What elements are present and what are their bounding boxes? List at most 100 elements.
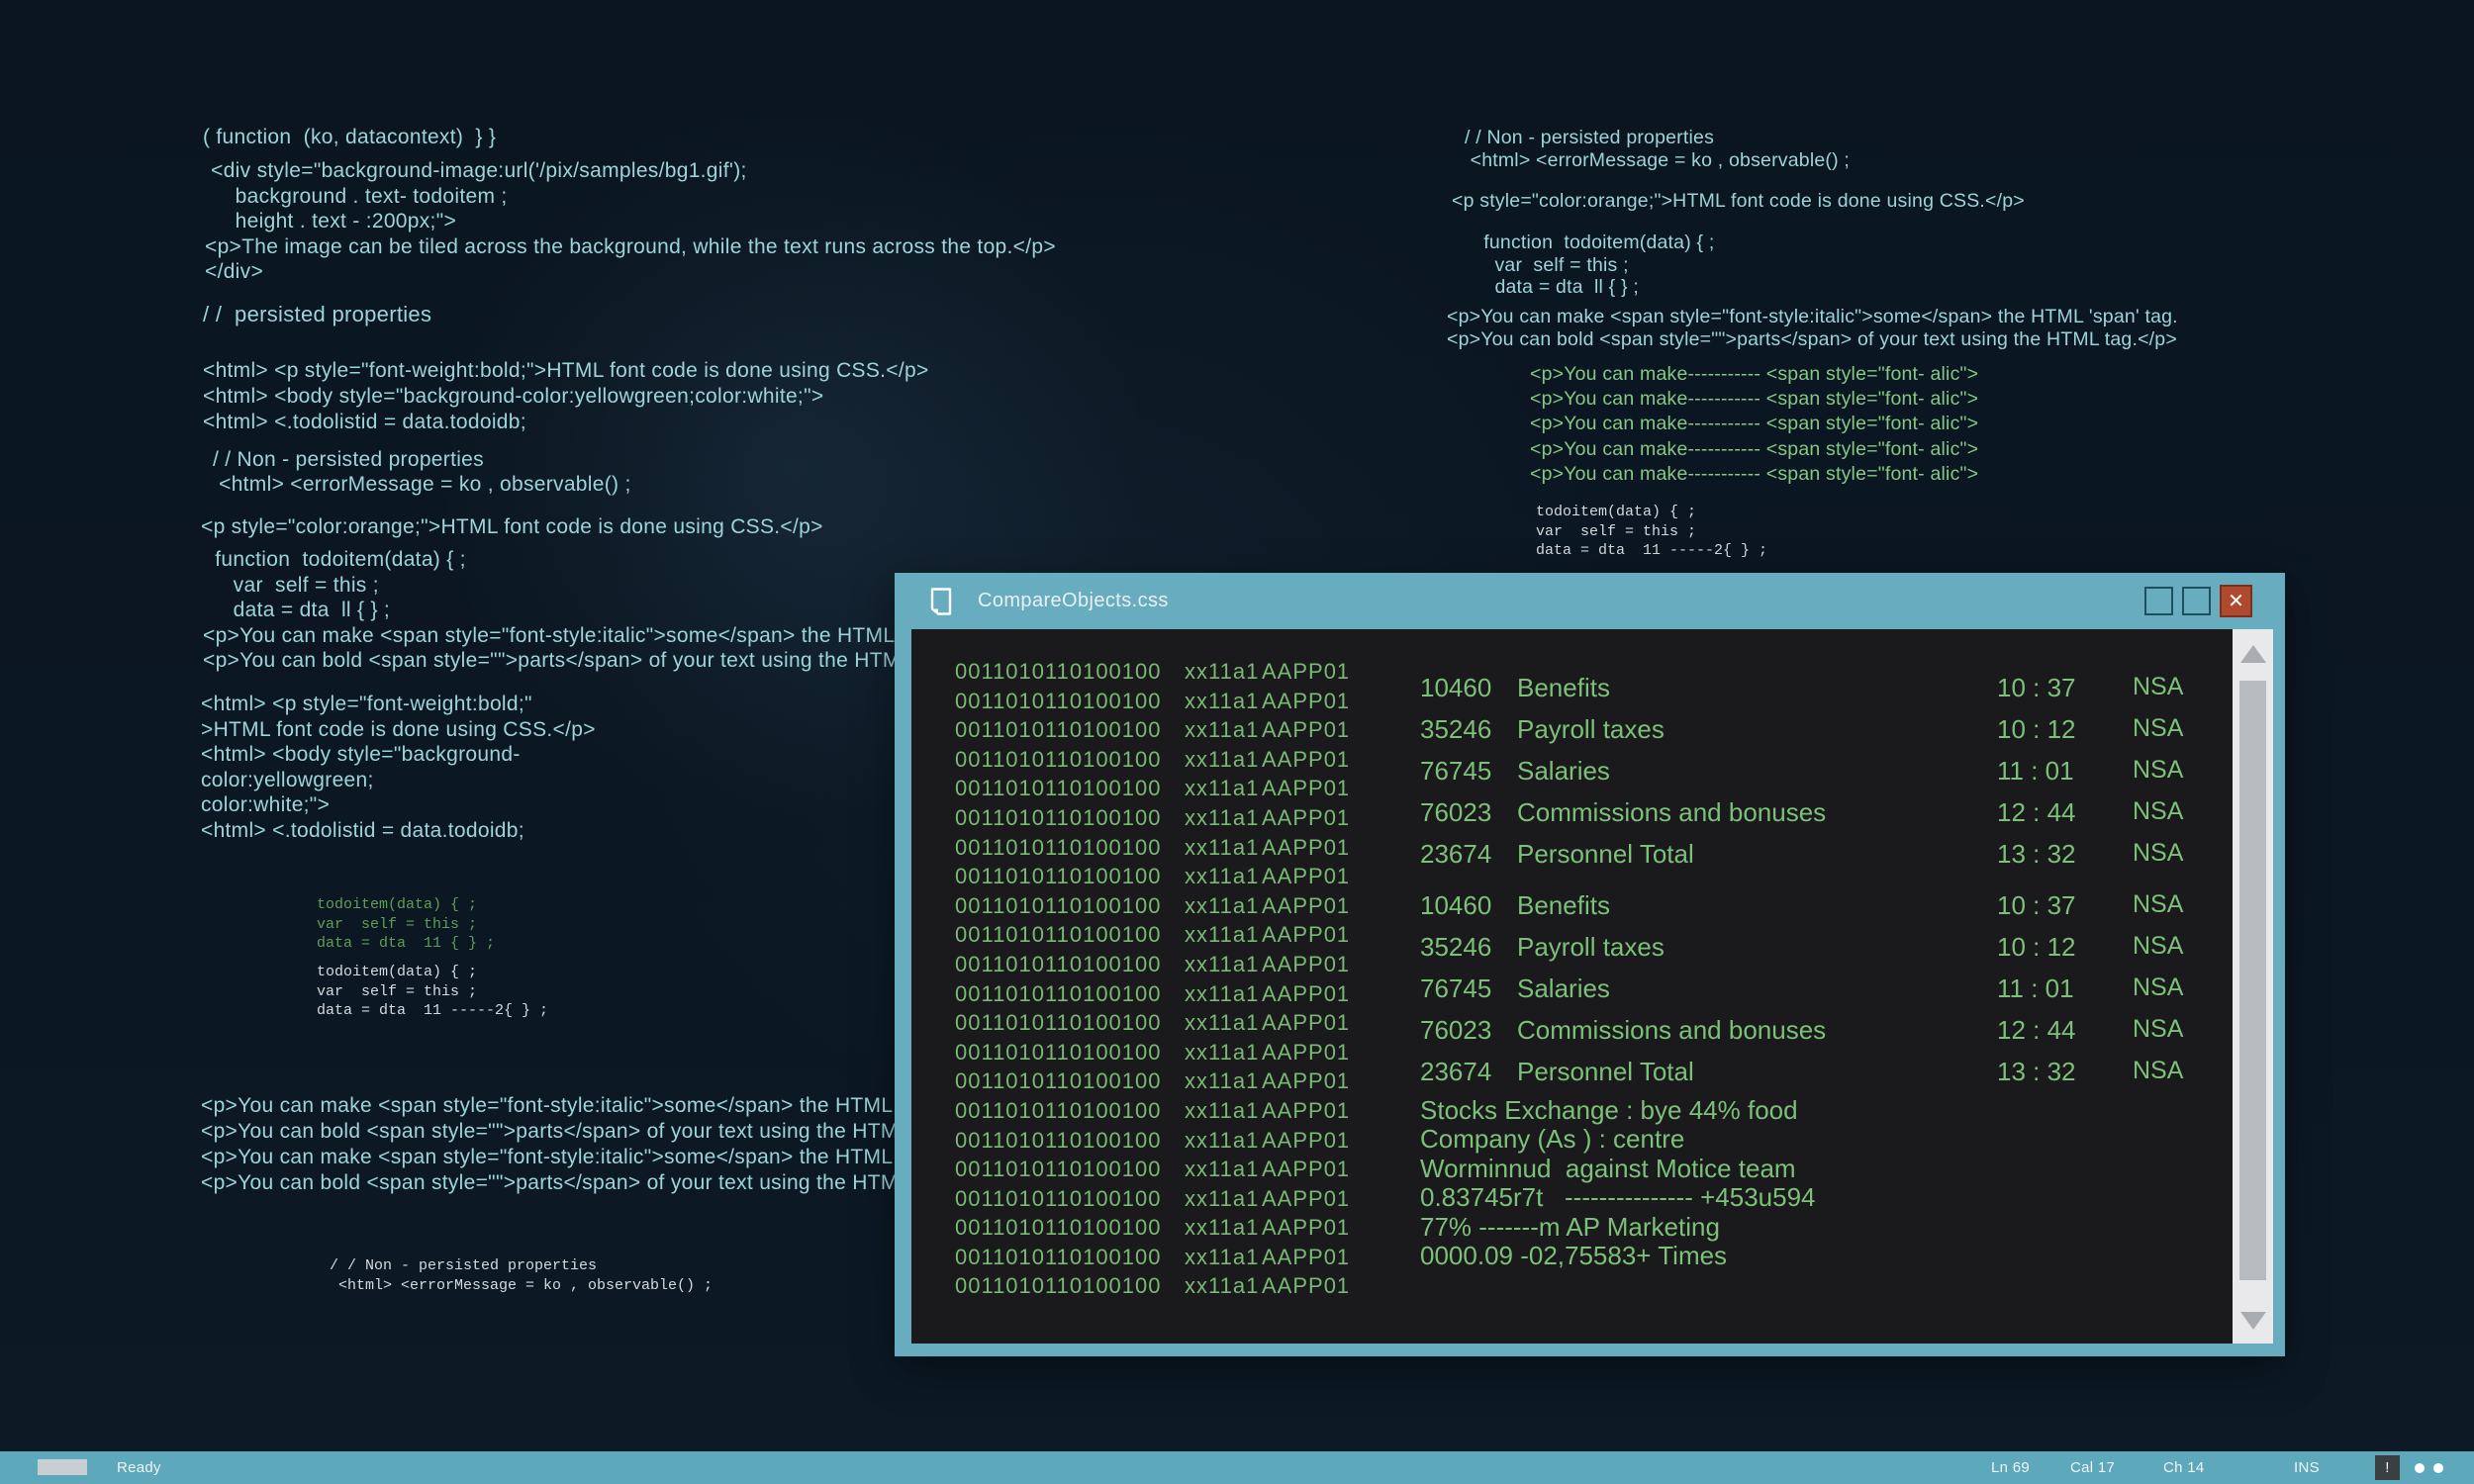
financial-row: 10460 Benefits 10 : 37 NSA: [1420, 673, 2222, 714]
amount-cell: 76745: [1420, 974, 1491, 1004]
binary-code3: AAPP01: [1262, 1271, 1350, 1301]
summary-line: Worminnud against Motice team: [1420, 1155, 1816, 1183]
code-right-green-dashed-lines: <p>You can make----------- <span style="…: [1530, 362, 1978, 487]
binary-code2: xx11a1: [1185, 803, 1262, 833]
data-pane: 0011010110100100xx11a1AAPP01 00110101101…: [911, 629, 2233, 1344]
financial-row: 76023 Commissions and bonuses 12 : 44 NS…: [1420, 1015, 2222, 1057]
binary-row: 0011010110100100xx11a1AAPP01: [955, 715, 1350, 745]
label-cell: Benefits: [1517, 890, 1610, 921]
binary-row: 0011010110100100xx11a1AAPP01: [955, 1155, 1350, 1184]
financial-row: 76745 Salaries 11 : 01 NSA: [1420, 756, 2222, 797]
binary-code3: AAPP01: [1262, 1008, 1350, 1038]
desktop: { "colors": { "background": "#0b1722", "…: [0, 0, 2474, 1484]
binary-code3: AAPP01: [1262, 715, 1350, 745]
binary-code2: xx11a1: [1185, 979, 1262, 1009]
binary-code2: xx11a1: [1185, 715, 1262, 745]
label-cell: Payroll taxes: [1517, 714, 1665, 745]
alert-icon[interactable]: !: [2375, 1455, 2400, 1480]
financial-group-1: 10460 Benefits 10 : 37 NSA 35246 Payroll…: [1420, 673, 2222, 881]
binary-value: 0011010110100100: [955, 774, 1185, 803]
time-cell: 13 : 32: [1997, 1057, 2076, 1087]
tag-cell: NSA: [2133, 673, 2183, 701]
maximize-button[interactable]: [2182, 587, 2211, 615]
binary-code2: xx11a1: [1185, 1067, 1262, 1096]
label-cell: Benefits: [1517, 673, 1610, 703]
code-comment-persisted: / / persisted properties: [203, 302, 431, 327]
scroll-down-arrow[interactable]: [2233, 1304, 2273, 1338]
binary-code3: AAPP01: [1262, 1096, 1350, 1126]
binary-value: 0011010110100100: [955, 715, 1185, 745]
time-cell: 12 : 44: [1997, 1015, 2076, 1046]
binary-value: 0011010110100100: [955, 1184, 1185, 1214]
code-block-html-lines: <html> <p style="font-weight:bold;">HTML…: [203, 358, 929, 434]
compare-objects-window: CompareObjects.css ✕ 0011010110100100xx1…: [895, 573, 2285, 1356]
amount-cell: 35246: [1420, 714, 1491, 745]
code-block-span-pair-1: <p>You can make <span style="font-style:…: [201, 1093, 995, 1144]
binary-row: 0011010110100100xx11a1AAPP01: [955, 979, 1350, 1009]
stocks-summary-block: Stocks Exchange : bye 44% food Company (…: [1420, 1096, 1816, 1270]
label-cell: Salaries: [1517, 974, 1610, 1004]
binary-row: 0011010110100100xx11a1AAPP01: [955, 803, 1350, 833]
amount-cell: 76023: [1420, 797, 1491, 828]
vertical-scrollbar[interactable]: [2233, 629, 2273, 1344]
binary-value: 0011010110100100: [955, 1213, 1185, 1243]
window-controls: ✕: [2136, 585, 2252, 617]
label-cell: Payroll taxes: [1517, 932, 1665, 963]
binary-code3: AAPP01: [1262, 774, 1350, 803]
close-button[interactable]: ✕: [2220, 585, 2252, 617]
summary-line: Stocks Exchange : bye 44% food: [1420, 1096, 1816, 1125]
binary-code3: AAPP01: [1262, 1213, 1350, 1243]
binary-value: 0011010110100100: [955, 862, 1185, 891]
binary-code2: xx11a1: [1185, 1271, 1262, 1301]
code-right-mono-block: todoitem(data) { ; var self = this ; dat…: [1536, 503, 1767, 561]
scroll-up-arrow[interactable]: [2233, 637, 2273, 671]
code-block-todoitem-fn: function todoitem(data) { ; var self = t…: [203, 547, 997, 674]
binary-row: 0011010110100100xx11a1AAPP01: [955, 774, 1350, 803]
binary-code2: xx11a1: [1185, 657, 1262, 687]
binary-row: 0011010110100100xx11a1AAPP01: [955, 950, 1350, 979]
binary-code2: xx11a1: [1185, 745, 1262, 775]
binary-code2: xx11a1: [1185, 920, 1262, 950]
scrollbar-thumb[interactable]: [2239, 681, 2266, 1280]
status-column-number: Cal 17: [2070, 1459, 2115, 1476]
financial-row: 76023 Commissions and bonuses 12 : 44 NS…: [1420, 797, 2222, 839]
code-block-div-style: <div style="background-image:url('/pix/s…: [205, 158, 1056, 285]
financial-row: 23674 Personnel Total 13 : 32 NSA: [1420, 1057, 2222, 1098]
binary-value: 0011010110100100: [955, 1243, 1185, 1272]
window-title: CompareObjects.css: [978, 590, 1169, 612]
binary-code3: AAPP01: [1262, 1155, 1350, 1184]
tag-cell: NSA: [2133, 974, 2183, 1002]
binary-value: 0011010110100100: [955, 1126, 1185, 1156]
tag-cell: NSA: [2133, 714, 2183, 743]
amount-cell: 10460: [1420, 890, 1491, 921]
binary-code3: AAPP01: [1262, 1067, 1350, 1096]
binary-value: 0011010110100100: [955, 657, 1185, 687]
code-block-color-orange: <p style="color:orange;">HTML font code …: [201, 514, 823, 540]
tag-cell: NSA: [2133, 756, 2183, 785]
status-char-number: Ch 14: [2163, 1459, 2205, 1476]
binary-row: 0011010110100100xx11a1AAPP01: [955, 1243, 1350, 1272]
summary-line: 77% -------m AP Marketing: [1420, 1213, 1816, 1242]
amount-cell: 23674: [1420, 1057, 1491, 1087]
label-cell: Personnel Total: [1517, 839, 1694, 870]
window-content: 0011010110100100xx11a1AAPP01 00110101101…: [911, 629, 2273, 1344]
status-insert-mode: INS: [2294, 1459, 2320, 1476]
binary-value: 0011010110100100: [955, 1008, 1185, 1038]
binary-column: 0011010110100100xx11a1AAPP01 00110101101…: [955, 657, 1350, 1301]
binary-value: 0011010110100100: [955, 1155, 1185, 1184]
close-icon: ✕: [2228, 592, 2244, 611]
minimize-button[interactable]: [2144, 587, 2173, 615]
time-cell: 11 : 01: [1997, 756, 2074, 787]
tag-cell: NSA: [2133, 1015, 2183, 1044]
code-right-non-persisted: / / Non - persisted properties <html> <e…: [1465, 127, 1850, 171]
time-cell: 10 : 12: [1997, 932, 2076, 963]
financial-row: 35246 Payroll taxes 10 : 12 NSA: [1420, 714, 2222, 756]
window-titlebar[interactable]: CompareObjects.css ✕: [895, 573, 2285, 629]
binary-code2: xx11a1: [1185, 1243, 1262, 1272]
label-cell: Commissions and bonuses: [1517, 797, 1826, 828]
arrow-up-icon: [2240, 645, 2266, 663]
binary-code2: xx11a1: [1185, 950, 1262, 979]
summary-line: 0000.09 -02,75583+ Times: [1420, 1242, 1816, 1270]
status-dot-1: [2415, 1463, 2425, 1473]
status-chip: [38, 1459, 87, 1475]
